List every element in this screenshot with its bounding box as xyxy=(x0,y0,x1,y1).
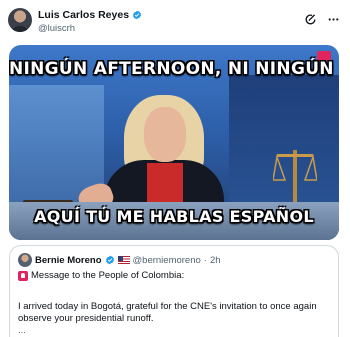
quoted-author-name[interactable]: Bernie Moreno xyxy=(35,255,102,266)
quoted-line-1: Message to the People of Colombia: xyxy=(18,270,330,282)
author-name-row: Luis Carlos Reyes xyxy=(38,9,142,21)
post-header: Luis Carlos Reyes @luiscrh xyxy=(8,6,342,36)
post-media-gif[interactable]: NINGÚN AFTERNOON, NI NINGÚN HELLO AQUÍ T… xyxy=(9,45,339,240)
media-caption-bottom: AQUÍ TÚ ME HABLAS ESPAÑOL xyxy=(34,207,314,226)
header-actions xyxy=(304,13,340,26)
author-name[interactable]: Luis Carlos Reyes xyxy=(38,9,129,21)
quoted-author-avatar[interactable] xyxy=(18,253,32,267)
media-person-face xyxy=(144,107,186,162)
quoted-post[interactable]: Bernie Moreno @berniemoreno · 2h Message… xyxy=(9,245,339,337)
quoted-author-handle[interactable]: @berniemoreno xyxy=(133,255,201,266)
quoted-paragraph: I arrived today in Bogotá, grateful for … xyxy=(18,301,317,324)
author-handle[interactable]: @luiscrh xyxy=(38,23,75,34)
grok-icon[interactable] xyxy=(304,13,317,26)
quoted-post-header: Bernie Moreno @berniemoreno · 2h xyxy=(18,253,221,267)
quoted-line-1-text: Message to the People of Colombia: xyxy=(31,270,185,281)
more-options-icon[interactable] xyxy=(327,13,340,26)
siren-emoji-icon xyxy=(18,271,28,281)
author-avatar[interactable] xyxy=(8,8,32,32)
quoted-timestamp[interactable]: 2h xyxy=(210,255,221,266)
media-caption-top: NINGÚN AFTERNOON, NI NINGÚN HELLO xyxy=(9,59,339,79)
verified-badge-icon xyxy=(133,10,142,20)
verified-badge-icon xyxy=(105,255,114,265)
us-flag-emoji-icon xyxy=(117,256,130,264)
quoted-separator: · xyxy=(203,254,207,266)
quoted-ellipsis: ... xyxy=(18,325,26,336)
